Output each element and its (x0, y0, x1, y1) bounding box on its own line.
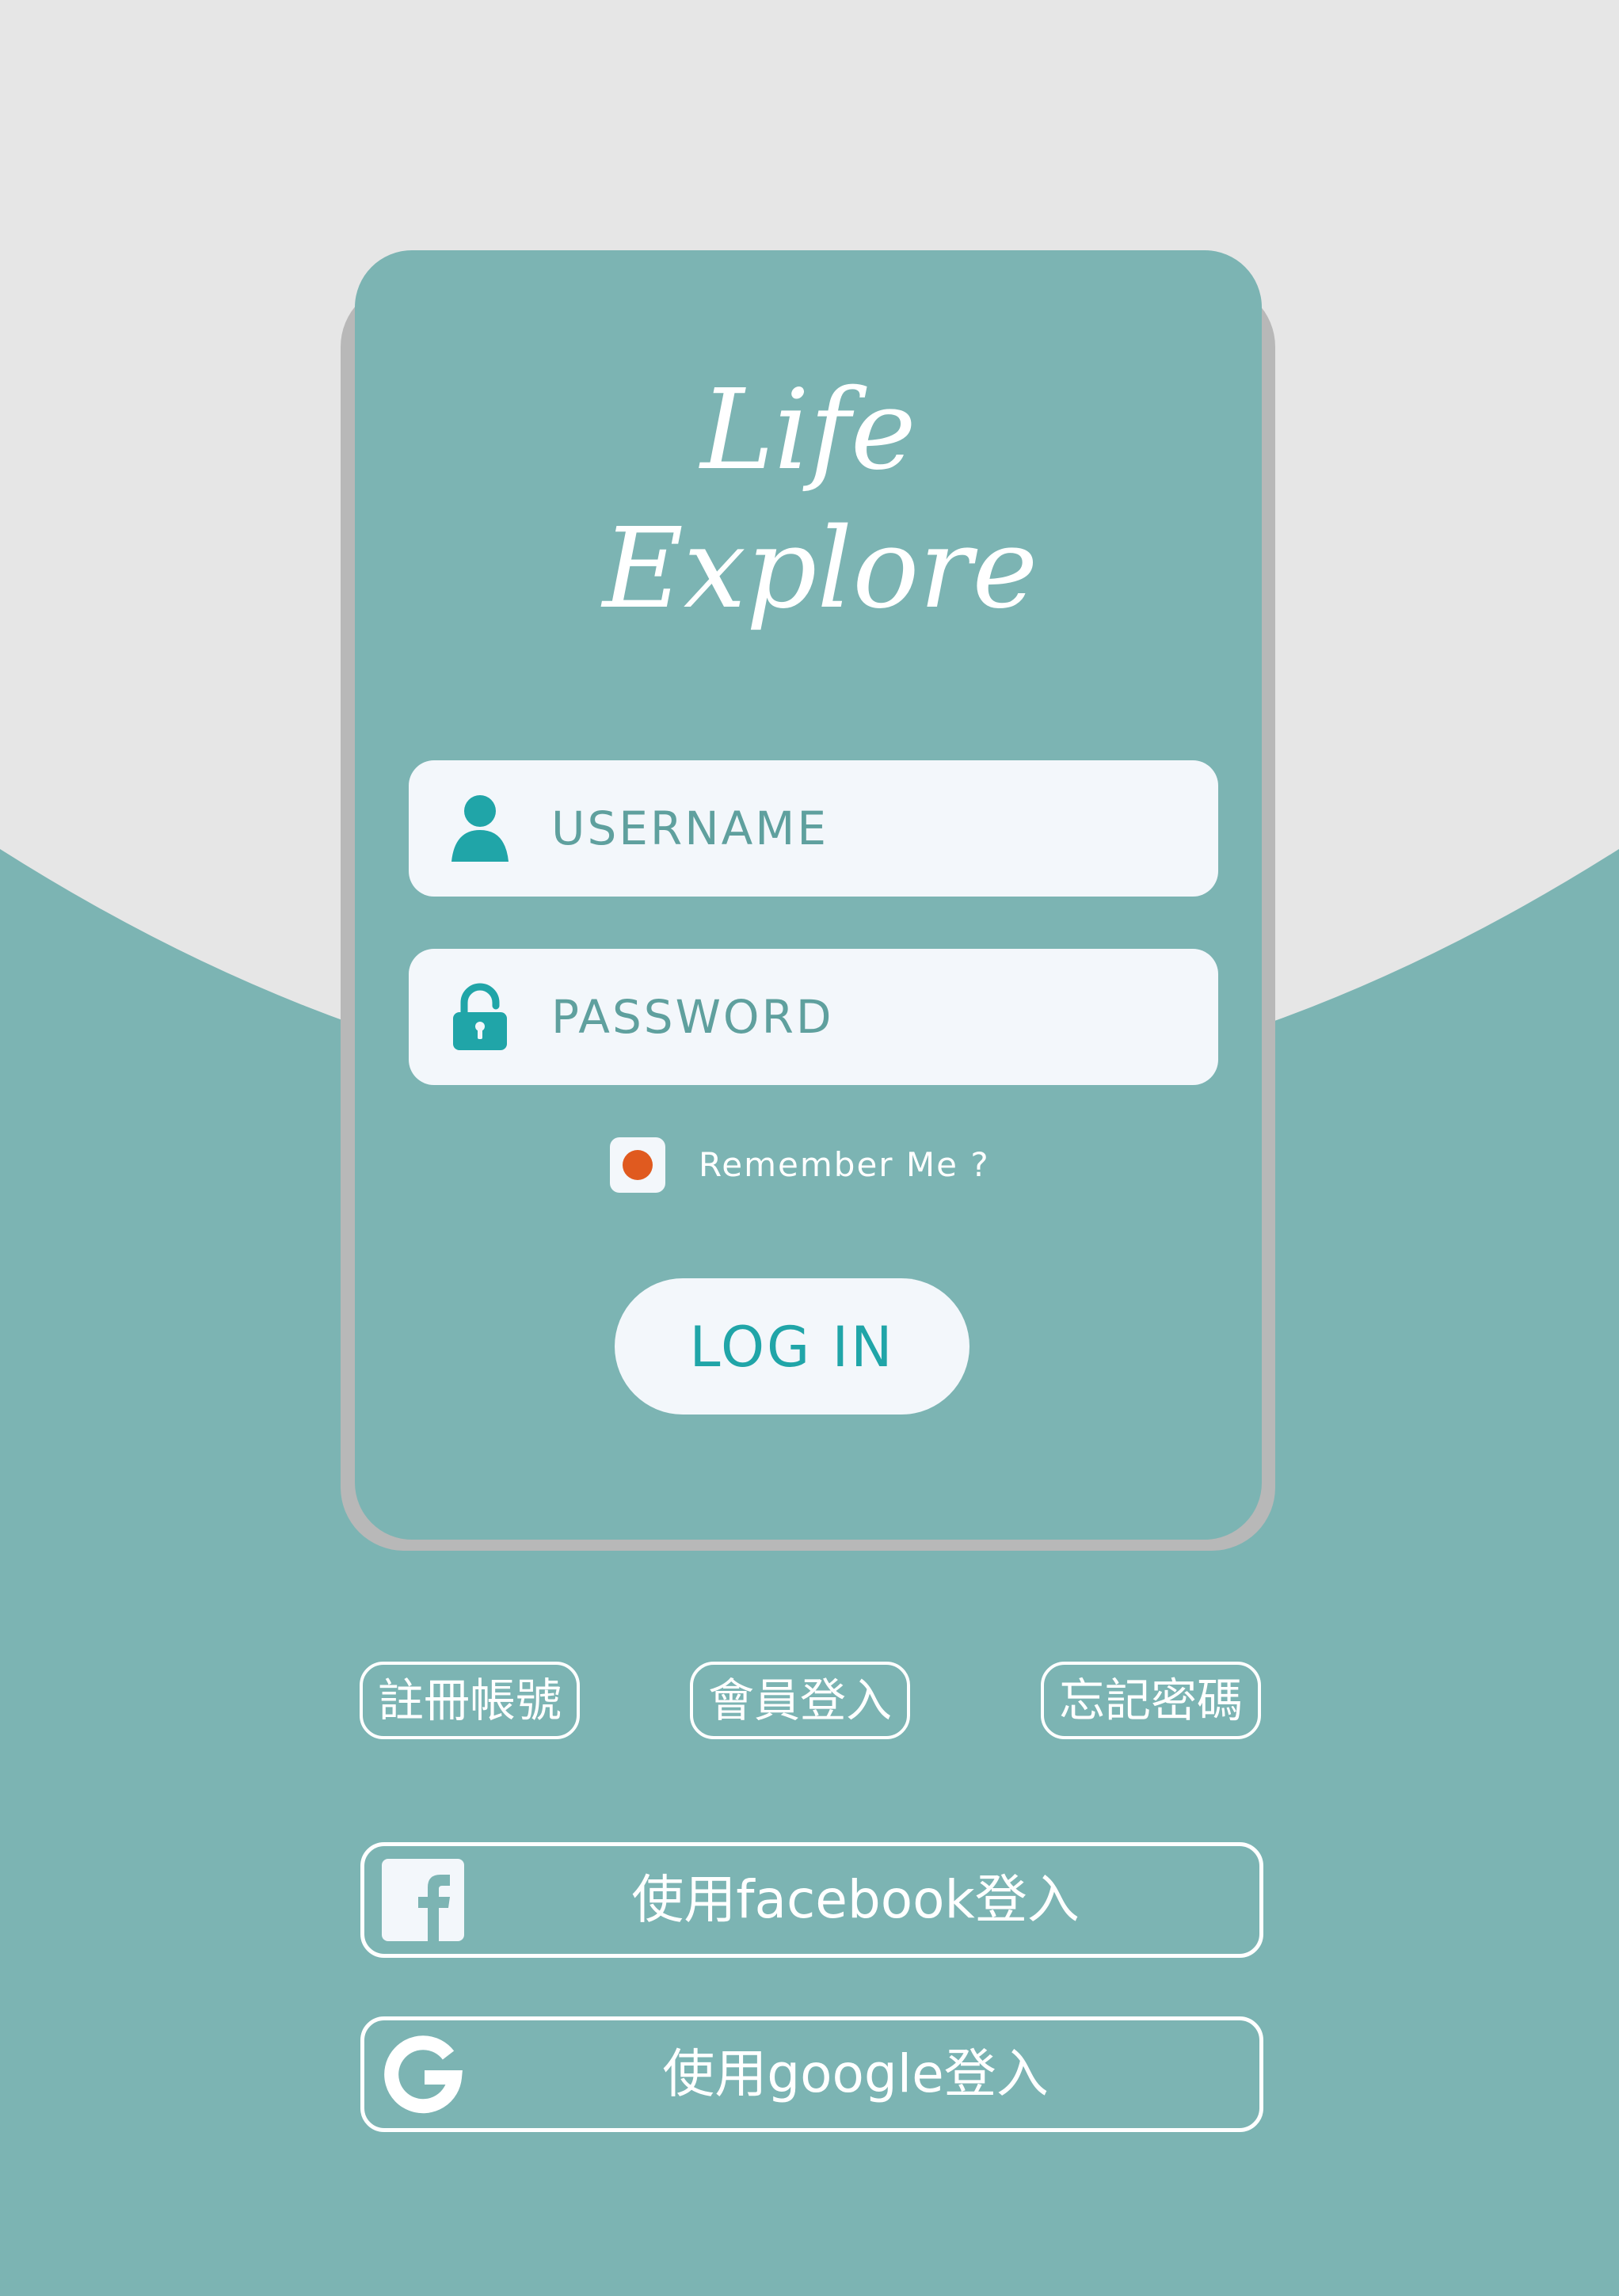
user-icon (451, 795, 509, 862)
checkbox-dot (623, 1150, 653, 1180)
password-placeholder: PASSWORD (551, 990, 834, 1044)
app-logo: Life Explore (355, 361, 1262, 638)
login-card: Life Explore USERNAME PASSWORD Remember … (355, 250, 1262, 1540)
password-field[interactable]: PASSWORD (409, 949, 1218, 1085)
remember-me-checkbox[interactable] (610, 1137, 665, 1193)
username-field[interactable]: USERNAME (409, 760, 1218, 897)
member-login-button[interactable]: 會員登入 (690, 1662, 910, 1739)
google-login-label: 使用google登入 (662, 2043, 1049, 2104)
remember-me-label: Remember Me ? (699, 1145, 990, 1184)
lock-icon (453, 983, 507, 1050)
forgot-password-button[interactable]: 忘記密碼 (1041, 1662, 1261, 1739)
facebook-icon (382, 1859, 464, 1941)
logo-line-2: Explore (602, 505, 1038, 634)
facebook-login-button[interactable]: 使用facebook登入 (360, 1842, 1263, 1958)
google-login-button[interactable]: 使用google登入 (360, 2016, 1263, 2132)
username-placeholder: USERNAME (551, 802, 829, 855)
google-icon (384, 2035, 463, 2114)
login-button[interactable]: LOG IN (615, 1278, 969, 1415)
logo-line-1: Life (700, 366, 916, 495)
register-button[interactable]: 註冊帳號 (360, 1662, 580, 1739)
facebook-login-label: 使用facebook登入 (631, 1869, 1080, 1930)
